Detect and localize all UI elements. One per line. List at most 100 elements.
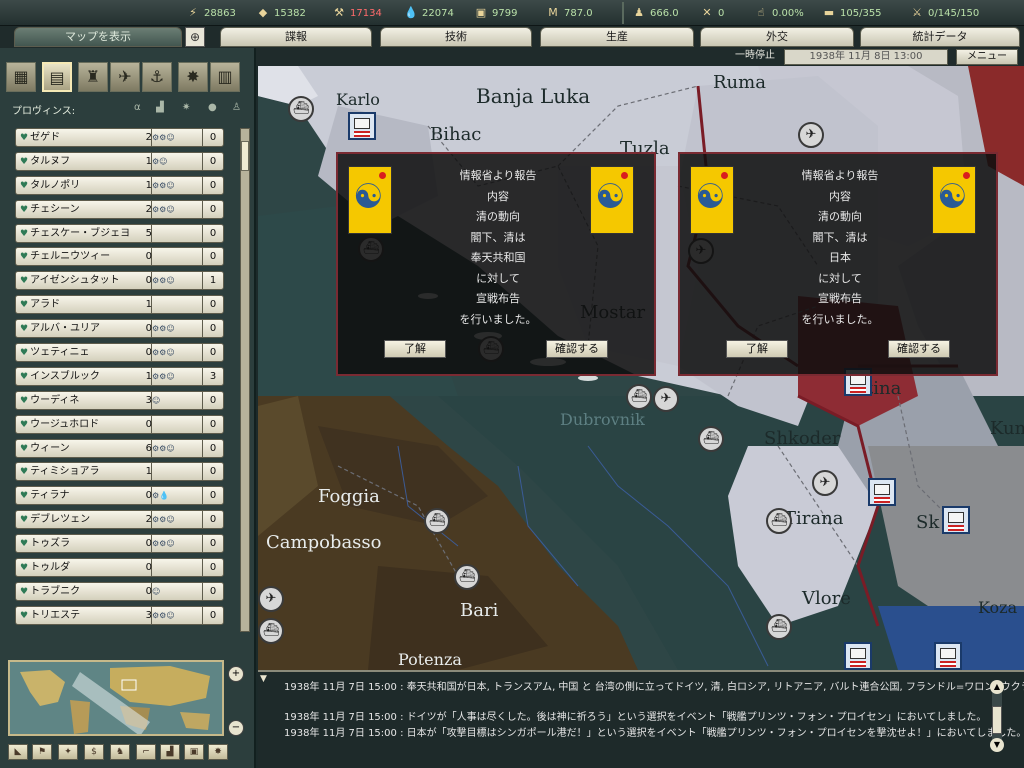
province-scrollbar[interactable] <box>240 128 250 632</box>
infrastructure-header-icon[interactable]: α <box>134 102 141 113</box>
province-row[interactable]: ♥ ウージュホロド 0 0 <box>15 414 225 434</box>
air-unit-icon[interactable]: ✈ <box>258 586 284 612</box>
province-row[interactable]: ♥ チェシーン 2 ⚙⚙☺ 0 <box>15 199 225 219</box>
province-row[interactable]: ♥ デブレツェン 2 ⚙⚙☺ 0 <box>15 510 225 530</box>
naval-unit-icon[interactable]: ⛴ <box>766 614 792 640</box>
army-counter[interactable] <box>844 642 872 670</box>
province-row[interactable]: ♥ タルノポリ 1 ⚙⚙☺ 0 <box>15 175 225 195</box>
army-counter[interactable] <box>868 478 896 506</box>
province-row[interactable]: ♥ チェルニウツィー 0 0 <box>15 247 225 267</box>
province-row[interactable]: ♥ ウィーン 6 ⚙⚙☺ 0 <box>15 438 225 458</box>
minimap[interactable] <box>8 660 224 736</box>
province-row[interactable]: ♥ トリエステ 3 ⚙⚙☺ 0 <box>15 605 225 625</box>
province-row[interactable]: ♥ チェスケー・ブジェヨ 5 0 <box>15 223 225 243</box>
resource-manpower[interactable]: ♟ 666.0 <box>632 4 679 22</box>
star-icon[interactable]: ✸ <box>208 744 228 760</box>
pause-button[interactable]: 一時停止 <box>726 49 784 65</box>
tab-diplomacy[interactable]: 外交 <box>700 27 854 47</box>
supply-mode-icon[interactable]: ▥ <box>210 62 240 92</box>
menu-button[interactable]: メニュー <box>956 49 1018 65</box>
box-icon[interactable]: ▣ <box>184 744 204 760</box>
scroll-up-icon[interactable]: ▲ <box>990 680 1004 694</box>
confirm-button[interactable]: 確認する <box>888 340 950 358</box>
resource-dissent[interactable]: ☝ 0.00% <box>754 4 804 22</box>
army-counter[interactable] <box>942 506 970 534</box>
tab-map-view[interactable]: マップを表示 <box>14 27 182 47</box>
province-scroll-thumb[interactable] <box>241 141 249 171</box>
gun-icon[interactable]: ⌐ <box>136 744 156 760</box>
air-mode-icon[interactable]: ✈ <box>110 62 140 92</box>
oil-header-icon[interactable]: ● <box>208 102 217 113</box>
log-collapse-icon[interactable]: ▼ <box>260 674 267 684</box>
naval-unit-icon[interactable]: ⛴ <box>288 96 314 122</box>
map-toggle-icon[interactable]: ⊕ <box>185 27 205 47</box>
province-infra: 1 <box>145 466 152 478</box>
naval-unit-icon[interactable]: ⛴ <box>698 426 724 452</box>
province-row[interactable]: ♥ ツェティニェ 0 ⚙⚙☺ 0 <box>15 343 225 363</box>
event-subtitle: 内容 <box>487 189 509 203</box>
factory-icon[interactable]: ▟ <box>160 744 180 760</box>
air-unit-icon[interactable]: ✈ <box>798 122 824 148</box>
heart-icon: ♥ <box>20 371 29 382</box>
resource-metal[interactable]: ◆ 15382 <box>256 4 306 22</box>
province-row[interactable]: ♥ タルヌフ 1 ⚙☺ 0 <box>15 151 225 171</box>
arrow-icon[interactable]: ◣ <box>8 744 28 760</box>
acknowledge-button[interactable]: 了解 <box>726 340 788 358</box>
resource-transport[interactable]: ▬ 105/355 <box>822 4 882 22</box>
confirm-button[interactable]: 確認する <box>546 340 608 358</box>
bird-icon[interactable]: ✦ <box>58 744 78 760</box>
province-row[interactable]: ♥ ゼゲド 2 ⚙⚙☺ 0 <box>15 128 225 147</box>
naval-unit-icon[interactable]: ⛴ <box>766 508 792 534</box>
tab-statistics[interactable]: 統計データ <box>860 27 1020 47</box>
province-row[interactable]: ♥ アイゼンシュタット 0 ⚙⚙☺ 1 <box>15 271 225 291</box>
tab-technology[interactable]: 技術 <box>380 27 532 47</box>
naval-unit-icon[interactable]: ⛴ <box>424 508 450 534</box>
province-row[interactable]: ♥ ティラナ 0 ⚙💧 0 <box>15 486 225 506</box>
manpower-header-icon[interactable]: ♙ <box>232 102 241 113</box>
resource-header-icon[interactable]: ✷ <box>182 102 190 113</box>
province-row[interactable]: ♥ トゥズラ 0 ⚙⚙☺ 0 <box>15 534 225 554</box>
province-row[interactable]: ♥ トゥルダ 0 0 <box>15 558 225 578</box>
army-counter[interactable] <box>934 642 962 670</box>
world-map[interactable]: KarloBanja LukaRumaBihacTuzlaMostarDubro… <box>258 66 1024 670</box>
land-units-mode-icon[interactable]: ♜ <box>78 62 108 92</box>
naval-unit-icon[interactable]: ⛴ <box>626 384 652 410</box>
province-row[interactable]: ♥ ウーディネ 3 ☺ 0 <box>15 390 225 410</box>
resource-oil[interactable]: 💧 22074 <box>404 4 454 22</box>
province-row[interactable]: ♥ インスブルック 1 ⚙⚙☺ 3 <box>15 366 225 386</box>
industry-header-icon[interactable]: ▟ <box>156 102 164 113</box>
air-unit-icon[interactable]: ✈ <box>812 470 838 496</box>
resource-nuclear[interactable]: ✕ 0 <box>700 4 724 22</box>
terrain-mode-icon[interactable]: ▦ <box>6 62 36 92</box>
province-row[interactable]: ♥ トラブニク 0 ☺ 0 <box>15 581 225 601</box>
flag-icon[interactable]: ⚑ <box>32 744 52 760</box>
political-mode-icon[interactable]: ▤ <box>42 62 72 92</box>
combat-mode-icon[interactable]: ✸ <box>178 62 208 92</box>
province-row[interactable]: ♥ アルバ・ユリア 0 ⚙⚙☺ 0 <box>15 319 225 339</box>
naval-mode-icon[interactable]: ⚓ <box>142 62 172 92</box>
acknowledge-button[interactable]: 了解 <box>384 340 446 358</box>
army-icon[interactable]: ♞ <box>110 744 130 760</box>
tab-production[interactable]: 生産 <box>540 27 694 47</box>
scroll-down-icon[interactable]: ▼ <box>990 738 1004 752</box>
resource-energy[interactable]: ⚡ 28863 <box>186 4 236 22</box>
naval-unit-icon[interactable]: ⛴ <box>258 618 284 644</box>
dollar-icon[interactable]: $ <box>84 744 104 760</box>
resource-rare[interactable]: ⚒ 17134 <box>332 4 382 22</box>
resource-escort[interactable]: ⚔ 0/145/150 <box>910 4 979 22</box>
log-scroll-thumb[interactable] <box>992 706 1002 734</box>
tab-intelligence[interactable]: 諜報 <box>220 27 372 47</box>
resource-money[interactable]: M 787.0 <box>546 4 592 22</box>
resource-supplies[interactable]: ▣ 9799 <box>474 4 518 22</box>
province-manpower: 0 <box>202 581 224 601</box>
zoom-out-icon[interactable]: − <box>228 720 244 736</box>
province-name-cell: ♥ ウィーン <box>15 438 152 458</box>
zoom-in-icon[interactable]: + <box>228 666 244 682</box>
province-row[interactable]: ♥ ティミショアラ 1 0 <box>15 462 225 482</box>
resource-divider <box>622 2 624 24</box>
naval-unit-icon[interactable]: ⛴ <box>454 564 480 590</box>
air-unit-icon[interactable]: ✈ <box>653 386 679 412</box>
army-counter[interactable] <box>348 112 376 140</box>
province-row[interactable]: ♥ アラド 1 0 <box>15 295 225 315</box>
log-scrollbar[interactable]: ▲ ▼ <box>990 680 1004 752</box>
